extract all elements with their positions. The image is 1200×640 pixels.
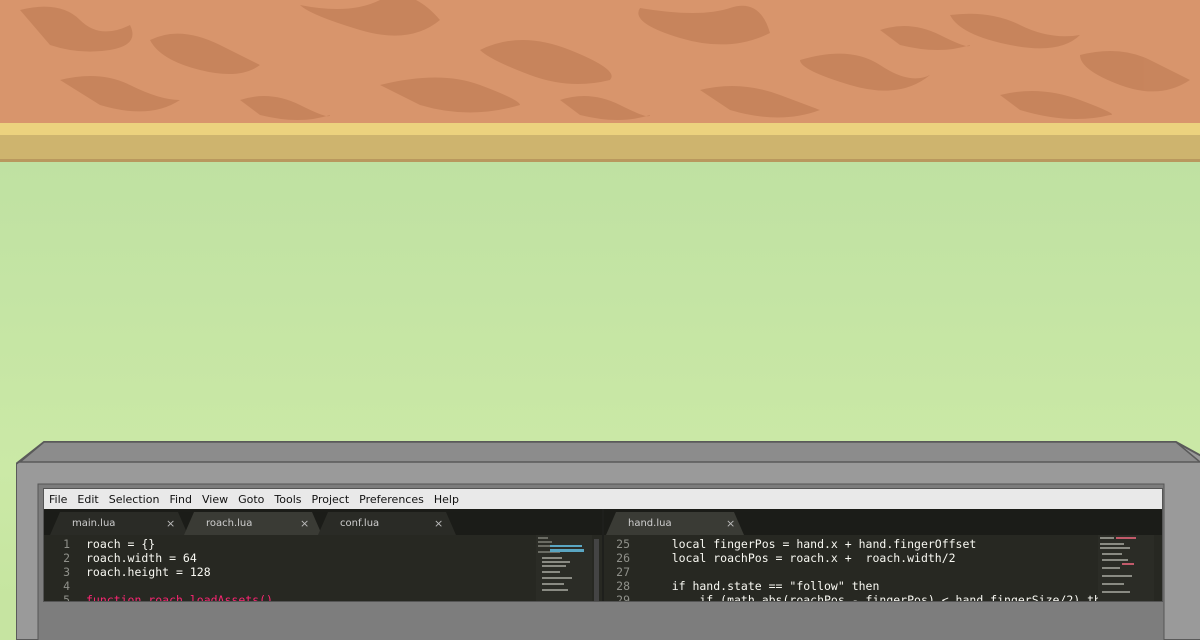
line-number: 28: [616, 579, 630, 593]
line-number: 3: [63, 565, 70, 579]
menu-tools[interactable]: Tools: [269, 493, 306, 506]
menu-bar: File Edit Selection Find View Goto Tools…: [44, 489, 1162, 509]
editor-pane-left: main.lua × roach.lua × conf.lua × 1 roac…: [44, 509, 602, 601]
menu-help[interactable]: Help: [429, 493, 464, 506]
close-icon[interactable]: ×: [434, 517, 443, 530]
minimap-right[interactable]: [1098, 535, 1154, 601]
tab-label: main.lua: [72, 518, 116, 529]
menu-file[interactable]: File: [44, 493, 72, 506]
code-editor-window: File Edit Selection Find View Goto Tools…: [43, 488, 1163, 602]
wall-pattern: [20, 0, 1190, 120]
tab-label: conf.lua: [340, 518, 380, 529]
menu-project[interactable]: Project: [307, 493, 355, 506]
code-line: if hand.state == "follow" then: [644, 579, 880, 593]
tab-bar-left: main.lua × roach.lua × conf.lua ×: [44, 509, 602, 535]
code-line: local roachPos = roach.x + roach.width/2: [644, 551, 956, 565]
close-icon[interactable]: ×: [726, 517, 735, 530]
line-number: 4: [63, 579, 70, 593]
minimap-left[interactable]: [536, 535, 592, 601]
editor-pane-right: hand.lua × 25 local fingerPos = hand.x +…: [604, 509, 1162, 601]
menu-edit[interactable]: Edit: [72, 493, 103, 506]
close-icon[interactable]: ×: [300, 517, 309, 530]
code-line: local fingerPos = hand.x + hand.fingerOf…: [644, 537, 977, 551]
line-number: 1: [63, 537, 70, 551]
menu-goto[interactable]: Goto: [233, 493, 269, 506]
tab-main-lua[interactable]: main.lua ×: [50, 512, 188, 535]
tab-bar-right: hand.lua ×: [604, 509, 1162, 535]
code-line: roach.width = 64: [86, 551, 197, 565]
menu-selection[interactable]: Selection: [104, 493, 165, 506]
menu-view[interactable]: View: [197, 493, 233, 506]
line-number: 2: [63, 551, 70, 565]
code-line: roach = {}: [86, 537, 156, 551]
tab-conf-lua[interactable]: conf.lua ×: [318, 512, 456, 535]
scrollbar-left[interactable]: [594, 539, 599, 601]
menu-preferences[interactable]: Preferences: [354, 493, 429, 506]
patterned-wall: [0, 0, 1200, 123]
baseboard-trim: [0, 135, 1200, 162]
close-icon[interactable]: ×: [166, 517, 175, 530]
baseboard-trim-top: [0, 123, 1200, 135]
code-line: roach.height = 128: [86, 565, 211, 579]
line-number: 25: [616, 537, 630, 551]
tab-label: roach.lua: [206, 518, 253, 529]
tab-hand-lua[interactable]: hand.lua ×: [606, 512, 744, 535]
tab-roach-lua[interactable]: roach.lua ×: [184, 512, 322, 535]
tab-label: hand.lua: [628, 518, 672, 529]
line-number: 26: [616, 551, 630, 565]
menu-find[interactable]: Find: [164, 493, 197, 506]
line-number: 27: [616, 565, 630, 579]
